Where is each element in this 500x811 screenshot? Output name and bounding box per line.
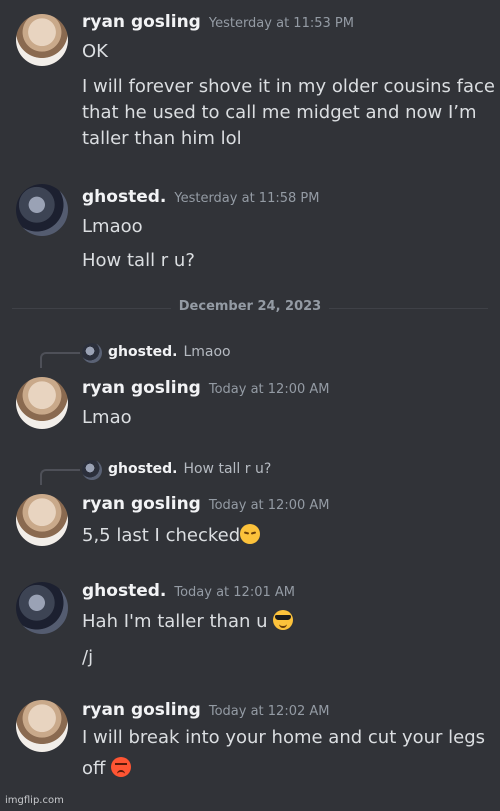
message-text: Lmao [82,407,132,428]
avatar-ghosted[interactable] [16,184,68,236]
avatar-ghosted[interactable] [16,582,68,634]
timestamp: Yesterday at 11:58 PM [174,191,320,206]
message-text: off [82,756,132,782]
username[interactable]: ryan gosling [82,494,201,514]
timestamp: Today at 12:02 AM [208,704,330,719]
message-text: Hah I'm taller than u [82,609,294,635]
username[interactable]: ghosted. [82,187,166,207]
message-text: that he used to call me midget and now I… [82,102,477,123]
message-header: ryan gosling Yesterday at 11:53 PM [82,12,354,32]
message-text: OK [82,41,108,62]
avatar-ryan[interactable] [16,700,68,752]
date-divider: December 24, 2023 [0,299,500,314]
message-header: ryan gosling Today at 12:00 AM [82,378,330,398]
reply-avatar [82,343,102,363]
username[interactable]: ryan gosling [82,378,201,398]
timestamp: Yesterday at 11:53 PM [208,16,354,31]
reply-username[interactable]: ghosted. [108,344,177,360]
message-text: How tall r u? [82,250,195,271]
reply-text[interactable]: How tall r u? [183,461,271,477]
message-text: I will break into your home and cut your… [82,727,486,748]
pensive-face-icon [240,524,261,544]
message-header: ryan gosling Today at 12:02 AM [82,700,330,720]
reply-text[interactable]: Lmaoo [183,344,230,360]
timestamp: Today at 12:00 AM [208,498,330,513]
reply-avatar [82,460,102,480]
date-divider-label: December 24, 2023 [170,299,330,314]
avatar-ryan[interactable] [16,377,68,429]
message-text: /j [82,647,94,668]
reply-spine [40,469,80,485]
reply-spine [40,352,80,368]
username[interactable]: ryan gosling [82,700,201,720]
avatar-ryan[interactable] [16,14,68,66]
angry-face-icon [111,757,132,777]
message-text-body: off [82,758,112,779]
message-text: 5,5 last I checked [82,523,261,549]
timestamp: Today at 12:01 AM [174,585,295,600]
message-text: Lmaoo [82,216,143,237]
sunglasses-face-icon [273,610,294,630]
message-text: taller than him lol [82,128,242,149]
message-text: I will forever shove it in my older cous… [82,76,495,97]
username[interactable]: ryan gosling [82,12,201,32]
avatar-ryan[interactable] [16,494,68,546]
username[interactable]: ghosted. [82,581,166,601]
reply-username[interactable]: ghosted. [108,461,177,477]
message-header: ryan gosling Today at 12:00 AM [82,494,330,514]
message-text-body: 5,5 last I checked [82,525,241,546]
message-header: ghosted. Yesterday at 11:58 PM [82,187,319,207]
timestamp: Today at 12:00 AM [208,382,330,397]
watermark: imgflip.com [5,795,64,806]
message-header: ghosted. Today at 12:01 AM [82,581,295,601]
message-text-body: Hah I'm taller than u [82,611,274,632]
